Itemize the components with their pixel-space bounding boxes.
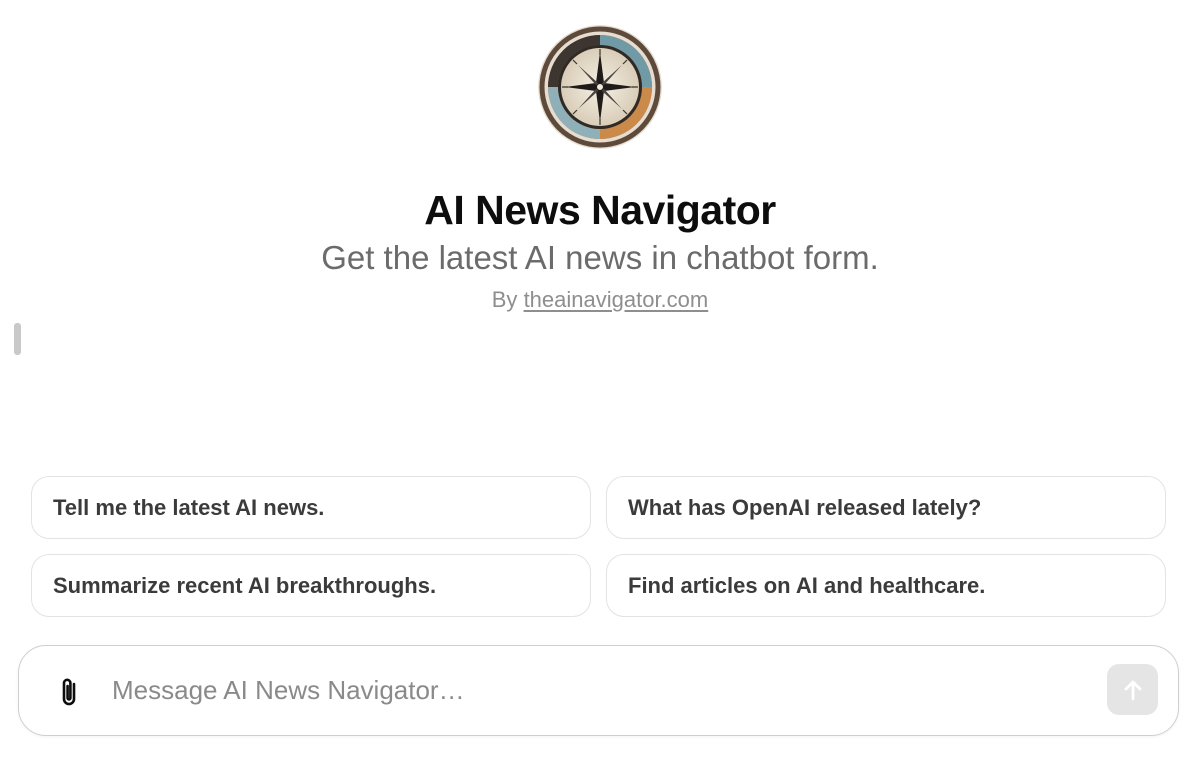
scroll-handle[interactable] (14, 323, 21, 355)
gpt-avatar (538, 25, 662, 149)
gpt-header: AI News Navigator Get the latest AI news… (0, 25, 1200, 314)
gpt-title: AI News Navigator (424, 187, 776, 233)
gpt-description: Get the latest AI news in chatbot form. (321, 239, 879, 276)
attach-button[interactable] (55, 675, 83, 709)
arrow-up-icon (1124, 680, 1141, 700)
suggestion-button[interactable]: Summarize recent AI breakthroughs. (31, 554, 591, 617)
author-link[interactable]: theainavigator.com (524, 287, 709, 312)
suggestion-button[interactable]: Find articles on AI and healthcare. (606, 554, 1166, 617)
paperclip-icon (62, 678, 76, 706)
message-composer (18, 645, 1179, 736)
suggestion-grid: Tell me the latest AI news. What has Ope… (31, 476, 1166, 617)
chat-page: AI News Navigator Get the latest AI news… (0, 0, 1200, 757)
message-input[interactable] (112, 670, 1072, 710)
compass-icon (538, 25, 662, 149)
suggestion-button[interactable]: What has OpenAI released lately? (606, 476, 1166, 539)
send-button[interactable] (1107, 664, 1158, 715)
gpt-byline: By theainavigator.com (0, 286, 1200, 314)
suggestion-button[interactable]: Tell me the latest AI news. (31, 476, 591, 539)
byline-prefix: By (491, 287, 518, 312)
